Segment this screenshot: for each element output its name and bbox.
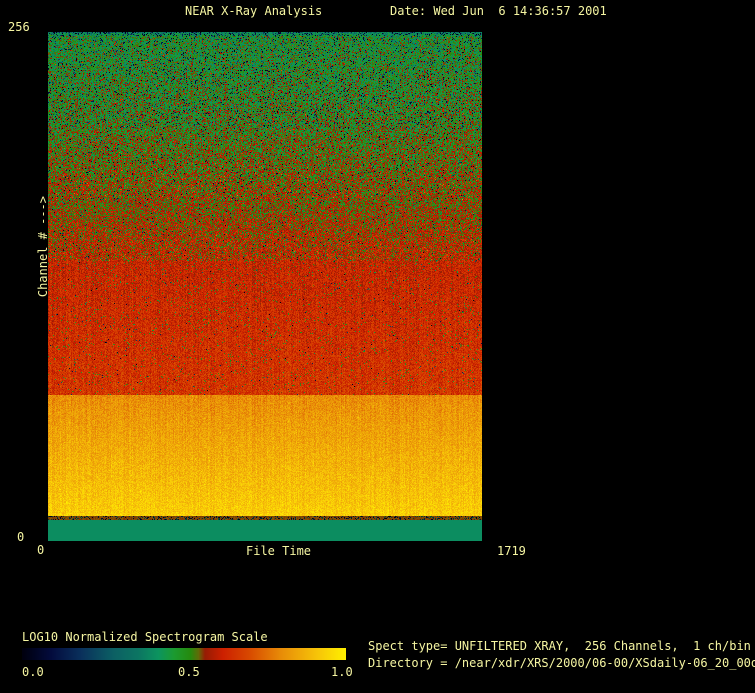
- colorbar-tick-2: 1.0: [331, 665, 353, 679]
- x-axis-tick-min: 0: [37, 543, 45, 557]
- x-axis-tick-max: 1719: [497, 544, 526, 558]
- near-xray-analysis-window: NEAR X-Ray Analysis Date: Wed Jun 6 14:3…: [0, 0, 755, 693]
- colorbar-tick-0: 0.0: [22, 665, 44, 679]
- spectrogram-canvas: [48, 32, 482, 541]
- date-label: Date: Wed Jun 6 14:36:57 2001: [390, 4, 607, 18]
- directory-line: Directory = /near/xdr/XRS/2000/06-00/XSd…: [368, 656, 755, 670]
- y-axis-tick-min: 0: [17, 530, 25, 544]
- colorbar-title: LOG10 Normalized Spectrogram Scale: [22, 630, 268, 644]
- page-title: NEAR X-Ray Analysis: [185, 4, 323, 18]
- spect-type-line: Spect type= UNFILTERED XRAY, 256 Channel…: [368, 639, 751, 653]
- x-axis-label: File Time: [246, 544, 312, 558]
- colorbar-canvas: [22, 648, 346, 660]
- colorbar-tick-1: 0.5: [178, 665, 200, 679]
- y-axis-tick-max: 256: [8, 20, 30, 34]
